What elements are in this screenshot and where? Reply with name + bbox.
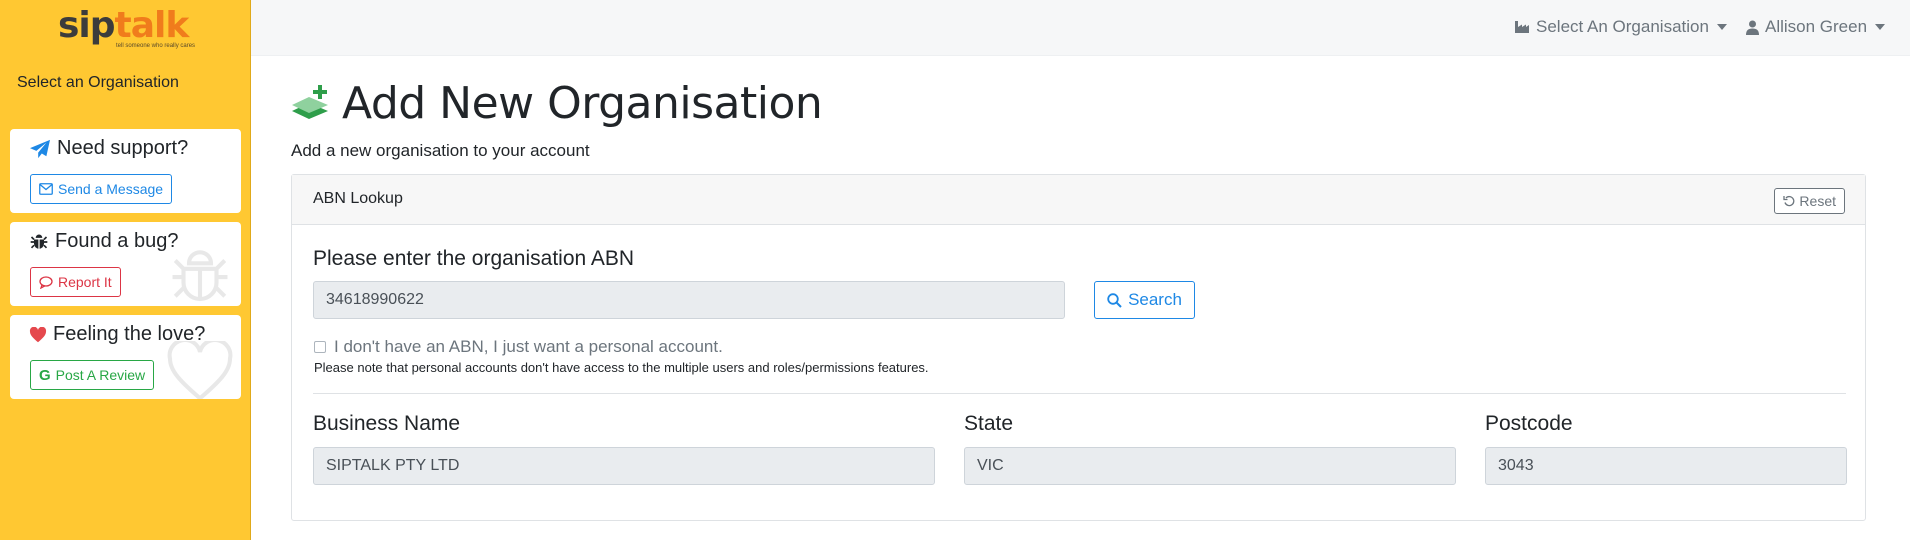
logo-talk: talk xyxy=(114,5,190,46)
search-label: Search xyxy=(1128,290,1182,309)
postcode-label: Postcode xyxy=(1485,412,1573,435)
comment-icon xyxy=(39,275,53,289)
chevron-down-icon xyxy=(1716,24,1727,30)
panel-header: ABN Lookup Reset xyxy=(292,175,1865,225)
google-icon: G xyxy=(39,366,51,384)
siptalk-logo[interactable]: siptalk tell someone who really cares xyxy=(58,6,198,52)
abn-heading: Please enter the organisation ABN xyxy=(313,247,635,270)
abn-input-value: 34618990622 xyxy=(326,291,424,308)
user-name: Allison Green xyxy=(1765,17,1868,36)
user-menu-dropdown[interactable]: Allison Green xyxy=(1746,17,1886,37)
logo-tagline: tell someone who really cares xyxy=(116,43,196,49)
state-value: VIC xyxy=(977,457,1004,474)
love-title: Feeling the love? xyxy=(53,323,206,345)
heart-watermark-icon xyxy=(167,341,233,399)
business-name-field[interactable]: SIPTALK PTY LTD xyxy=(313,447,935,485)
business-name-label: Business Name xyxy=(313,412,461,435)
state-label: State xyxy=(964,412,1014,435)
send-message-label: Send a Message xyxy=(58,181,164,197)
send-message-button[interactable]: Send a Message xyxy=(30,174,173,204)
user-icon xyxy=(1746,20,1759,35)
panel-title: ABN Lookup xyxy=(313,190,403,207)
search-icon xyxy=(1107,292,1122,308)
reset-label: Reset xyxy=(1799,193,1836,209)
postcode-value: 3043 xyxy=(1498,457,1534,474)
love-card: Feeling the love? G Post A Review xyxy=(10,315,241,399)
bug-icon xyxy=(30,234,48,249)
support-card: Need support? Send a Message xyxy=(10,129,241,213)
state-field[interactable]: VIC xyxy=(964,447,1456,485)
postcode-field[interactable]: 3043 xyxy=(1485,447,1847,485)
sidebar: siptalk tell someone who really cares Se… xyxy=(0,0,251,540)
no-abn-label[interactable]: I don't have an ABN, I just want a perso… xyxy=(334,337,723,357)
industry-icon xyxy=(1515,21,1529,33)
bug-card: Found a bug? Report It xyxy=(10,222,241,306)
logo-sip: sip xyxy=(58,5,116,46)
abn-input[interactable]: 34618990622 xyxy=(313,281,1065,319)
page-subtitle: Add a new organisation to your account xyxy=(291,141,590,160)
select-organisation-dropdown[interactable]: Select An Organisation xyxy=(1514,17,1727,37)
search-button[interactable]: Search xyxy=(1094,281,1195,319)
personal-account-note: Please note that personal accounts don't… xyxy=(314,360,929,375)
bug-title: Found a bug? xyxy=(55,230,179,252)
report-it-label: Report It xyxy=(58,274,112,290)
reset-button[interactable]: Reset xyxy=(1774,188,1845,214)
abn-lookup-panel: ABN Lookup Reset Please enter the organi… xyxy=(291,174,1866,521)
envelope-icon xyxy=(39,183,53,195)
post-review-button[interactable]: G Post A Review xyxy=(30,360,155,390)
select-organisation-label[interactable]: Select an Organisation xyxy=(17,74,179,92)
support-title: Need support? xyxy=(57,137,189,159)
undo-icon xyxy=(1783,195,1795,207)
layer-plus-icon xyxy=(292,85,328,119)
chevron-down-icon xyxy=(1875,24,1886,30)
top-navbar: Select An Organisation Allison Green xyxy=(251,0,1910,56)
business-name-value: SIPTALK PTY LTD xyxy=(326,457,460,474)
report-it-button[interactable]: Report It xyxy=(30,267,121,297)
bug-watermark-icon xyxy=(172,250,228,302)
heart-icon xyxy=(29,326,47,342)
page-title: Add New Organisation xyxy=(290,78,823,130)
select-organisation-label: Select An Organisation xyxy=(1536,17,1709,36)
post-review-label: Post A Review xyxy=(55,367,146,383)
no-abn-checkbox[interactable] xyxy=(314,341,326,353)
divider xyxy=(313,393,1846,394)
paper-plane-icon xyxy=(30,139,50,158)
page-heading: Add New Organisation xyxy=(342,78,823,129)
